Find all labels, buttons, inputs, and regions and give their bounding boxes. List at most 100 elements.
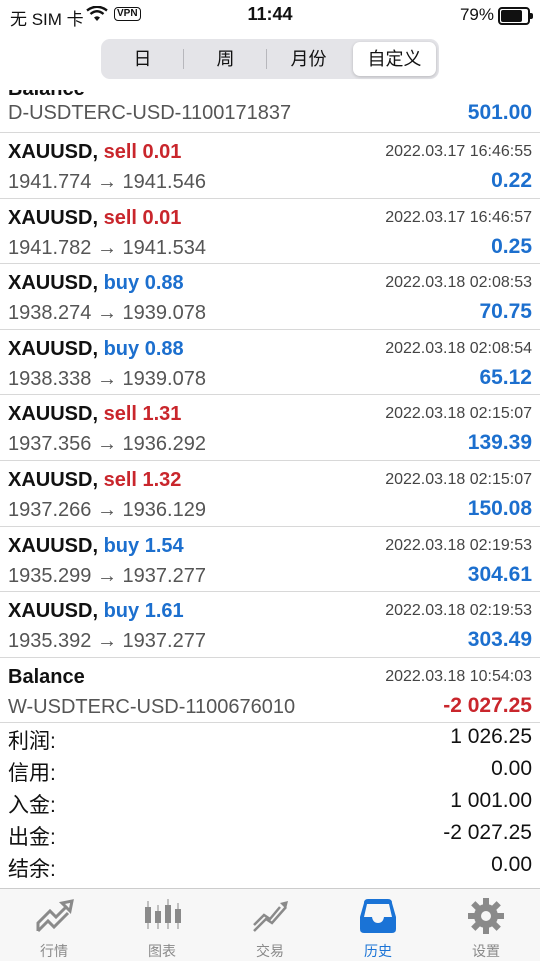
summary-label: 结余:	[8, 858, 56, 881]
symbol-label: XAUUSD,	[8, 600, 99, 623]
row-datetime: 2022.03.18 02:15:07	[385, 405, 532, 423]
history-row-deposit[interactable]: Balance D-USDTERC-USD-1100171837 501.00	[0, 90, 540, 133]
history-row[interactable]: XAUUSD, sell 1.31 2022.03.18 02:15:07 1937…	[0, 395, 540, 461]
summary-row: 信用: 0.00	[0, 754, 540, 786]
summary-label: 入金:	[8, 794, 56, 817]
summary-value: 1 026.25	[450, 725, 532, 748]
history-row[interactable]: XAUUSD, buy 1.54 2022.03.18 02:19:53 1935.…	[0, 527, 540, 593]
history-list: XAUUSD, sell 0.01 2022.03.17 16:46:55 1941…	[0, 133, 540, 724]
history-row[interactable]: XAUUSD, sell 1.32 2022.03.18 02:15:07 1937…	[0, 461, 540, 527]
row-symbol: XAUUSD, sell 0.01	[8, 141, 181, 164]
row-datetime: 2022.03.18 02:19:53	[385, 602, 532, 620]
summary-row: 结余: 0.00	[0, 850, 540, 882]
row-prices: 1937.266 → 1936.129	[8, 498, 206, 521]
summary-value: 1 001.00	[450, 789, 532, 812]
row-prices: 1941.774 → 1941.546	[8, 171, 206, 193]
status-bar: 无 SIM 卡 VPN 11:44 79%	[0, 0, 540, 30]
history-row[interactable]: XAUUSD, buy 0.88 2022.03.18 02:08:54 1938.…	[0, 330, 540, 396]
quotes-icon	[34, 897, 74, 935]
row-prices: 1937.356 → 1936.292	[8, 433, 206, 456]
summary-label: 利润:	[8, 730, 56, 753]
row-datetime: 2022.03.18 02:08:53	[385, 274, 532, 292]
trade-side: buy 0.88	[103, 272, 184, 295]
tab-quotes[interactable]: 行情	[0, 889, 108, 961]
row-amount: 501.00	[467, 101, 532, 124]
row-symbol: XAUUSD, buy 0.88	[8, 338, 184, 361]
symbol-label: XAUUSD,	[8, 534, 99, 557]
row-datetime: 2022.03.18 10:54:03	[385, 667, 532, 685]
tab-settings[interactable]: 设置	[432, 889, 540, 961]
tab-custom[interactable]: 自定义	[353, 42, 436, 76]
settings-icon	[466, 897, 506, 935]
row-title: Balance	[8, 90, 85, 101]
summary-value: -2 027.25	[443, 821, 532, 844]
row-datetime: 2022.03.17 16:46:55	[385, 143, 532, 160]
row-datetime: 2022.03.18 02:15:07	[385, 470, 532, 488]
tab-week[interactable]: 周	[184, 39, 267, 79]
period-header: 日 周 月份 自定义	[0, 30, 540, 90]
history-row[interactable]: XAUUSD, buy 0.88 2022.03.18 02:08:53 1938.…	[0, 264, 540, 330]
battery-icon	[498, 7, 533, 25]
row-profit: 303.49	[467, 628, 532, 652]
row-prices: W-USDTERC-USD-1100676010	[8, 695, 296, 718]
trade-icon	[250, 897, 290, 935]
tab-label: 图表	[148, 943, 176, 959]
battery-percent: 79%	[459, 5, 494, 24]
trade-side: sell 1.31	[103, 403, 182, 426]
history-row[interactable]: XAUUSD, sell 0.01 2022.03.17 16:46:57 1941…	[0, 199, 540, 265]
history-row[interactable]: XAUUSD, sell 0.01 2022.03.17 16:46:55 1941…	[0, 133, 540, 199]
history-row[interactable]: XAUUSD, buy 1.61 2022.03.18 02:19:53 1935.…	[0, 592, 540, 658]
row-symbol: XAUUSD, sell 1.31	[8, 403, 181, 426]
trade-side: sell 1.32	[103, 468, 182, 491]
history-icon	[358, 897, 398, 935]
row-symbol: Balance	[8, 666, 85, 689]
row-datetime: 2022.03.18 02:19:53	[385, 536, 532, 554]
trade-side: buy 1.61	[103, 600, 184, 623]
row-prices: 1935.299 → 1937.277	[8, 564, 206, 587]
bottom-tab-bar: 行情 图表 交易 历史 设置	[0, 888, 540, 961]
row-datetime: 2022.03.18 02:08:54	[385, 339, 532, 357]
row-symbol: XAUUSD, sell 1.32	[8, 469, 181, 492]
tab-chart[interactable]: 图表	[108, 889, 216, 961]
row-profit: 139.39	[467, 431, 532, 455]
trade-side: sell 0.01	[103, 206, 182, 229]
tab-day[interactable]: 日	[101, 39, 184, 79]
summary-label: 信用:	[8, 762, 56, 785]
period-segmented-control: 日 周 月份 自定义	[101, 39, 439, 79]
tab-label: 交易	[256, 943, 284, 959]
tab-label: 设置	[472, 943, 500, 959]
symbol-label: XAUUSD,	[8, 206, 99, 229]
row-profit: 0.22	[491, 169, 532, 192]
row-datetime: 2022.03.17 16:46:57	[385, 208, 532, 226]
row-symbol: XAUUSD, buy 0.88	[8, 272, 184, 295]
row-profit: -2 027.25	[443, 693, 532, 717]
symbol-label: XAUUSD,	[8, 468, 99, 491]
tab-month[interactable]: 月份	[267, 39, 350, 79]
row-profit: 70.75	[479, 300, 532, 324]
row-symbol: XAUUSD, sell 0.01	[8, 207, 181, 230]
trade-side: buy 0.88	[103, 337, 184, 360]
symbol-label: XAUUSD,	[8, 272, 99, 295]
tab-label: 行情	[40, 943, 68, 959]
summary-value: 0.00	[491, 853, 532, 876]
tab-label: 历史	[364, 943, 392, 959]
row-profit: 304.61	[467, 562, 532, 586]
summary-label: 出金:	[8, 826, 56, 849]
symbol-label: Balance	[8, 665, 85, 688]
row-prices: 1941.782 → 1941.534	[8, 236, 206, 259]
symbol-label: XAUUSD,	[8, 141, 99, 163]
trade-side: buy 1.54	[103, 534, 184, 557]
row-symbol: XAUUSD, buy 1.54	[8, 535, 184, 558]
tab-history[interactable]: 历史	[324, 889, 432, 961]
summary-panel: 利润: 1 026.25 信用: 0.00 入金: 1 001.00 出金: -2 027.2…	[0, 722, 540, 882]
row-symbol: XAUUSD, buy 1.61	[8, 600, 184, 623]
row-profit: 65.12	[479, 365, 532, 389]
row-subtitle: D-USDTERC-USD-1100171837	[8, 102, 292, 124]
history-row[interactable]: Balance 2022.03.18 10:54:03 W-USDTERC-USD-…	[0, 658, 540, 724]
tab-trade[interactable]: 交易	[216, 889, 324, 961]
symbol-label: XAUUSD,	[8, 403, 99, 426]
row-profit: 0.25	[491, 234, 532, 258]
summary-value: 0.00	[491, 757, 532, 780]
row-prices: 1938.338 → 1939.078	[8, 367, 206, 390]
row-prices: 1938.274 → 1939.078	[8, 302, 206, 325]
